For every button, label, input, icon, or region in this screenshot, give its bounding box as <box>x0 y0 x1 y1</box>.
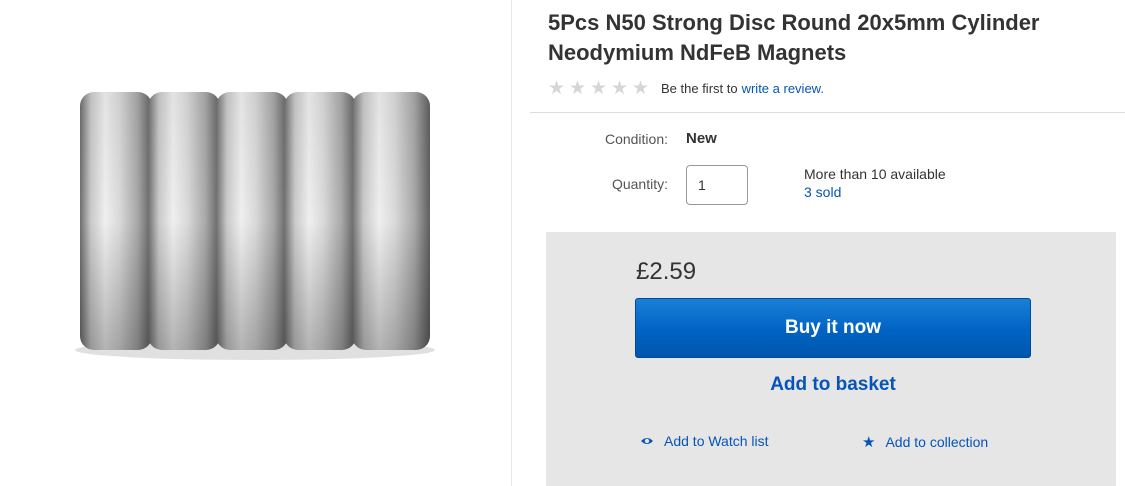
rating-row: ★ ★ ★ ★ ★ Be the first to write a review… <box>548 78 824 98</box>
add-to-watch-list-link[interactable]: Add to Watch list <box>640 433 769 449</box>
add-to-collection-link[interactable]: ★ Add to collection <box>862 433 988 451</box>
product-image <box>75 92 435 360</box>
magnet-disc <box>284 92 356 350</box>
product-title: 5Pcs N50 Strong Disc Round 20x5mm Cylind… <box>548 10 1040 65</box>
star-icon: ★ <box>862 434 876 451</box>
condition-value: New <box>686 130 717 147</box>
product-image-panel[interactable] <box>0 0 512 486</box>
buy-box: £2.59 Buy it now Add to basket Add to Wa… <box>546 232 1116 486</box>
price: £2.59 <box>636 258 697 285</box>
quantity-input[interactable] <box>686 165 748 205</box>
magnet-disc <box>80 92 152 350</box>
write-review-link[interactable]: write a review. <box>742 81 824 96</box>
collection-label: Add to collection <box>885 434 989 450</box>
star-icon: ★ <box>632 77 650 99</box>
star-icon: ★ <box>590 77 608 99</box>
quantity-label: Quantity: <box>611 176 668 192</box>
review-prompt: Be the first to <box>661 80 738 96</box>
star-icon: ★ <box>569 77 587 99</box>
availability: More than 10 available 3 sold <box>804 165 946 201</box>
eye-icon <box>640 436 654 446</box>
magnet-disc <box>148 92 220 350</box>
magnet-disc <box>216 92 288 350</box>
star-icon: ★ <box>611 77 629 99</box>
watch-label: Add to Watch list <box>664 433 769 449</box>
add-to-basket-button[interactable]: Add to basket <box>635 368 1031 402</box>
availability-text: More than 10 available <box>804 166 946 182</box>
condition-label: Condition: <box>604 131 668 147</box>
divider <box>530 112 1125 113</box>
star-rating: ★ ★ ★ ★ ★ <box>548 79 653 98</box>
buy-it-now-button[interactable]: Buy it now <box>635 298 1031 358</box>
sold-count-link[interactable]: 3 sold <box>804 183 946 201</box>
magnet-disc <box>352 92 430 350</box>
star-icon: ★ <box>548 77 566 99</box>
